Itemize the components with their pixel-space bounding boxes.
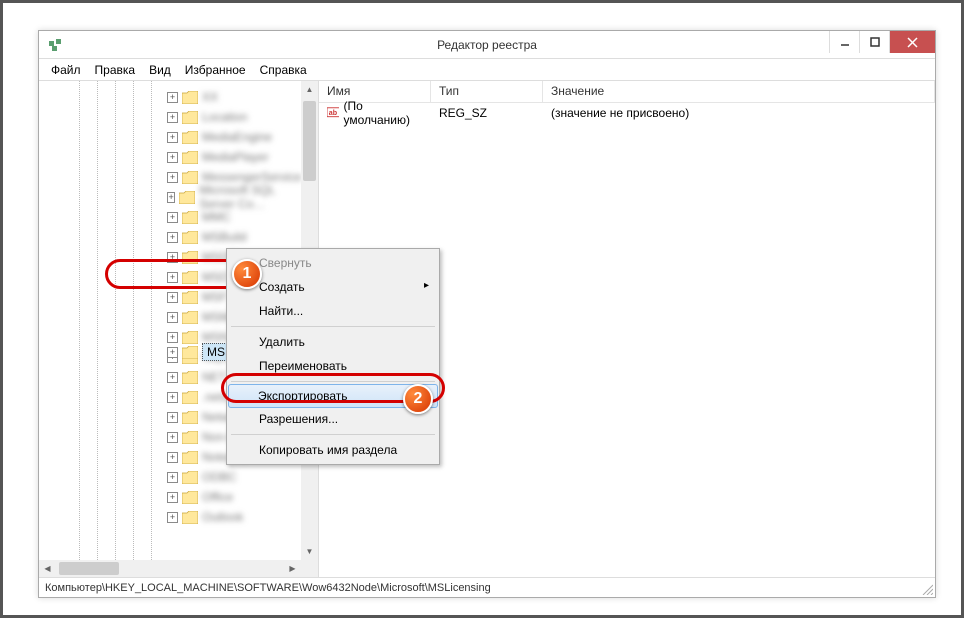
context-menu-item[interactable]: Удалить (229, 330, 437, 354)
statusbar: Компьютер\HKEY_LOCAL_MACHINE\SOFTWARE\Wo… (39, 577, 935, 597)
menu-view[interactable]: Вид (143, 61, 177, 79)
context-menu-item[interactable]: Найти... (229, 299, 437, 323)
expander-icon[interactable]: + (167, 392, 178, 403)
tree-item[interactable]: +MediaPlayer (167, 147, 301, 167)
minimize-button[interactable] (829, 31, 859, 53)
string-value-icon: ab (327, 106, 339, 120)
folder-icon (182, 151, 198, 164)
expander-icon[interactable]: + (167, 492, 178, 503)
expander-icon[interactable]: + (167, 192, 175, 203)
list-row[interactable]: ab (По умолчанию) REG_SZ (значение не пр… (319, 103, 935, 123)
folder-icon (182, 251, 198, 264)
folder-icon (182, 231, 198, 244)
tree-item[interactable]: +XX (167, 87, 301, 107)
expander-icon[interactable]: + (167, 212, 178, 223)
col-type[interactable]: Тип (431, 81, 543, 102)
svg-text:ab: ab (329, 109, 338, 117)
col-value[interactable]: Значение (543, 81, 935, 102)
context-menu-item[interactable]: Копировать имя раздела (229, 438, 437, 462)
expander-icon[interactable]: + (167, 432, 178, 443)
folder-icon (182, 171, 198, 184)
close-button[interactable] (889, 31, 935, 53)
tree-item[interactable]: +Location (167, 107, 301, 127)
resize-grip-icon[interactable] (919, 581, 933, 595)
expander-icon[interactable]: + (167, 312, 178, 323)
annotation-badge-1: 1 (232, 259, 262, 289)
expander-icon[interactable]: + (167, 112, 178, 123)
folder-icon (182, 131, 198, 144)
folder-icon (182, 511, 198, 524)
folder-icon (182, 411, 198, 424)
menu-edit[interactable]: Правка (89, 61, 142, 79)
expander-icon[interactable]: + (167, 292, 178, 303)
menu-favorites[interactable]: Избранное (179, 61, 252, 79)
registry-editor-window: Редактор реестра Файл Правка Вид Избранн… (38, 30, 936, 598)
folder-icon (182, 491, 198, 504)
tree-item[interactable]: +ODBC (167, 467, 301, 487)
expander-icon[interactable]: + (167, 252, 178, 263)
context-menu-item[interactable]: Разрешения... (229, 407, 437, 431)
window-title: Редактор реестра (437, 38, 537, 52)
menubar: Файл Правка Вид Избранное Справка (39, 59, 935, 81)
folder-icon (182, 91, 198, 104)
expander-icon[interactable]: + (167, 412, 178, 423)
titlebar: Редактор реестра (39, 31, 935, 59)
folder-icon (182, 211, 198, 224)
tree-item[interactable]: +Microsoft SQL Server Co… (167, 187, 301, 207)
folder-icon (182, 391, 198, 404)
folder-icon (182, 471, 198, 484)
expander-icon[interactable]: + (167, 347, 178, 358)
tree-item[interactable]: +MediaEngine (167, 127, 301, 147)
expander-icon[interactable]: + (167, 452, 178, 463)
expander-icon[interactable]: + (167, 152, 178, 163)
maximize-button[interactable] (859, 31, 889, 53)
expander-icon[interactable]: + (167, 472, 178, 483)
folder-icon (182, 271, 198, 284)
folder-icon (182, 291, 198, 304)
app-icon (47, 37, 63, 53)
folder-icon (182, 431, 198, 444)
folder-icon (182, 451, 198, 464)
folder-icon (182, 111, 198, 124)
expander-icon[interactable]: + (167, 132, 178, 143)
expander-icon[interactable]: + (167, 372, 178, 383)
tree-item[interactable]: +Office (167, 487, 301, 507)
menu-help[interactable]: Справка (254, 61, 313, 79)
folder-icon (182, 311, 198, 324)
expander-icon[interactable]: + (167, 92, 178, 103)
annotation-badge-2: 2 (403, 384, 433, 414)
folder-icon (182, 371, 198, 384)
folder-icon (182, 346, 198, 359)
menu-file[interactable]: Файл (45, 61, 87, 79)
expander-icon[interactable]: + (167, 172, 178, 183)
context-menu-item[interactable]: Переименовать (229, 354, 437, 378)
expander-icon[interactable]: + (167, 512, 178, 523)
tree-item[interactable]: +MSBuild (167, 227, 301, 247)
expander-icon[interactable]: + (167, 232, 178, 243)
expander-icon[interactable]: + (167, 272, 178, 283)
tree-item[interactable]: +Outlook (167, 507, 301, 527)
scrollbar-horizontal[interactable]: ◀▶ (39, 560, 301, 577)
folder-icon (179, 191, 195, 204)
